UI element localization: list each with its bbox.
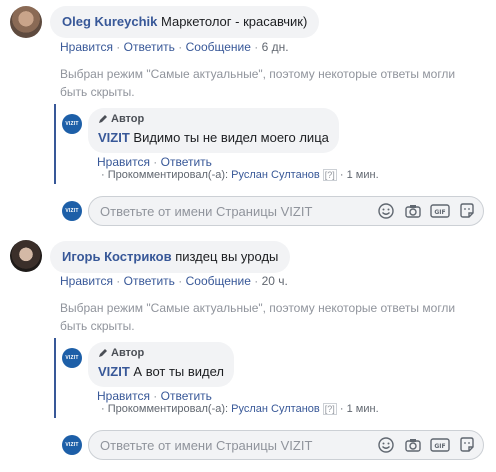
reply-input[interactable]: Ответьте от имени Страницы VIZIT GIF <box>88 196 484 226</box>
timestamp[interactable]: 6 дн. <box>262 40 289 54</box>
separator: · <box>254 40 259 54</box>
separator: · <box>153 155 158 169</box>
reply-timestamp[interactable]: 1 мин. <box>347 169 379 181</box>
message-link[interactable]: Сообщение <box>186 274 251 288</box>
reply-input[interactable]: Ответьте от имени Страницы VIZIT GIF <box>88 430 484 460</box>
page-avatar[interactable]: VIZIT <box>62 201 82 221</box>
help-link[interactable]: [?] <box>322 403 337 415</box>
comment-text: Маркетолог - красавчик) <box>161 14 308 29</box>
like-link[interactable]: Нравится <box>97 155 150 169</box>
separator: · <box>101 169 105 181</box>
help-link[interactable]: [?] <box>322 169 337 181</box>
filter-notice: Выбран режим "Самые актуальные", поэтому… <box>60 67 456 99</box>
page-avatar-label: VIZIT <box>65 355 79 361</box>
like-link[interactable]: Нравится <box>60 40 113 54</box>
camera-icon[interactable] <box>402 434 424 456</box>
reply-input-placeholder: Ответьте от имени Страницы VIZIT <box>100 203 313 219</box>
sticker-icon[interactable] <box>456 200 478 222</box>
commenter-link[interactable]: Руслан Султанов <box>231 169 320 181</box>
separator: · <box>178 274 183 288</box>
page-avatar-label: VIZIT <box>65 442 79 448</box>
separator: · <box>101 403 105 415</box>
reply-link[interactable]: Ответить <box>161 155 212 169</box>
reply-link[interactable]: Ответить <box>124 274 175 288</box>
page-avatar-label: VIZIT <box>65 208 79 214</box>
message-link[interactable]: Сообщение <box>186 40 251 54</box>
separator: · <box>153 389 158 403</box>
comment-text: пиздец вы уроды <box>175 249 279 264</box>
reply-input-placeholder: Ответьте от имени Страницы VIZIT <box>100 437 313 453</box>
comment-bubble: Игорь Костриков пиздец вы уроды <box>50 241 291 273</box>
svg-text:GIF: GIF <box>434 209 445 216</box>
reply-bubble: Автор VIZIT А вот ты видел <box>88 342 235 387</box>
comment-actions: Нравится · Ответить · Сообщение · 20 ч. <box>60 274 288 288</box>
page-avatar-label: VIZIT <box>65 121 79 127</box>
like-link[interactable]: Нравится <box>60 274 113 288</box>
reply-text: А вот ты видел <box>133 364 225 379</box>
commented-by-label: Прокомментировал(-а): <box>107 169 229 181</box>
avatar[interactable] <box>10 6 42 38</box>
reply-timestamp[interactable]: 1 мин. <box>347 403 379 415</box>
like-link[interactable]: Нравится <box>97 389 150 403</box>
page-avatar[interactable]: VIZIT <box>62 435 82 455</box>
author-badge-label: Автор <box>111 347 145 359</box>
comment-actions: Нравится · Ответить · Сообщение · 6 дн. <box>60 40 289 54</box>
sticker-icon[interactable] <box>456 434 478 456</box>
reply-link[interactable]: Ответить <box>124 40 175 54</box>
svg-text:GIF: GIF <box>434 443 445 450</box>
separator: · <box>339 403 344 415</box>
author-badge: Автор <box>98 113 329 125</box>
commented-by: · Прокомментировал(-а): Руслан Султанов … <box>101 169 379 181</box>
timestamp[interactable]: 20 ч. <box>262 274 288 288</box>
reply-thread-line <box>54 338 56 418</box>
separator: · <box>116 40 121 54</box>
reply-author[interactable]: VIZIT <box>98 364 130 379</box>
comment-author[interactable]: Игорь Костриков <box>62 249 172 264</box>
reply-text: Видимо ты не видел моего лица <box>133 130 329 145</box>
author-badge: Автор <box>98 347 224 359</box>
reply-bubble: Автор VIZIT Видимо ты не видел моего лиц… <box>88 108 339 153</box>
page-avatar[interactable]: VIZIT <box>62 114 82 134</box>
separator: · <box>254 274 259 288</box>
separator: · <box>116 274 121 288</box>
pencil-icon <box>99 349 107 357</box>
filter-notice: Выбран режим "Самые актуальные", поэтому… <box>60 301 456 333</box>
author-badge-label: Автор <box>111 113 145 125</box>
camera-icon[interactable] <box>402 200 424 222</box>
separator: · <box>339 169 344 181</box>
emoji-icon[interactable] <box>375 434 397 456</box>
comment-author[interactable]: Oleg Kureychik <box>62 14 157 29</box>
page-avatar[interactable]: VIZIT <box>62 348 82 368</box>
reply-actions: Нравится · Ответить <box>97 389 212 403</box>
comment-bubble: Oleg Kureychik Маркетолог - красавчик) <box>50 6 320 38</box>
gif-icon[interactable]: GIF <box>429 434 451 456</box>
reply-author[interactable]: VIZIT <box>98 130 130 145</box>
reply-thread-line <box>54 104 56 184</box>
separator: · <box>178 40 183 54</box>
commenter-link[interactable]: Руслан Султанов <box>231 403 320 415</box>
commented-by-label: Прокомментировал(-а): <box>107 403 229 415</box>
reply-actions: Нравится · Ответить <box>97 155 212 169</box>
pencil-icon <box>99 115 107 123</box>
reply-link[interactable]: Ответить <box>161 389 212 403</box>
avatar[interactable] <box>10 240 42 272</box>
commented-by: · Прокомментировал(-а): Руслан Султанов … <box>101 403 379 415</box>
emoji-icon[interactable] <box>375 200 397 222</box>
gif-icon[interactable]: GIF <box>429 200 451 222</box>
